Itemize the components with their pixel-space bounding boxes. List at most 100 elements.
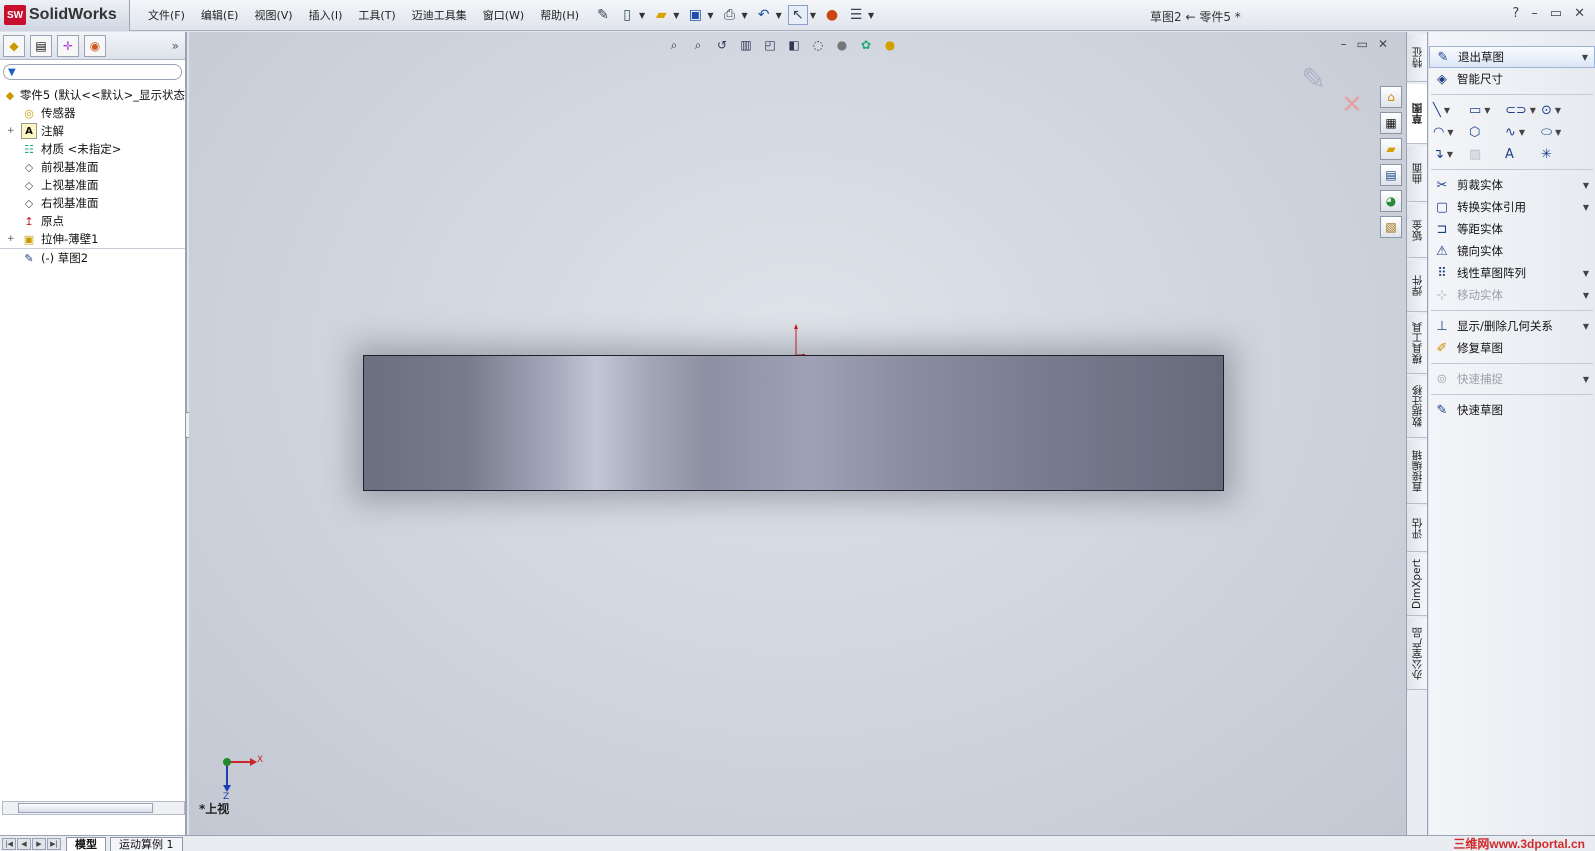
solidworks-resources-icon[interactable]: ⌂ xyxy=(1380,86,1402,108)
arc-icon[interactable]: ◠ ▼ xyxy=(1433,125,1469,140)
rectangle-icon[interactable]: ▭ ▼ xyxy=(1469,103,1505,118)
apply-scene-icon[interactable]: ✿ xyxy=(857,36,875,54)
tab-weldments[interactable]: 焊件 xyxy=(1407,260,1427,312)
rebuild-traffic-light-icon[interactable]: ● xyxy=(822,5,842,25)
custom-properties-icon[interactable]: ▧ xyxy=(1380,216,1402,238)
feature-tree-tab-icon[interactable]: ◆ xyxy=(3,34,25,57)
menu-maidi-tools[interactable]: 迈迪工具集 xyxy=(404,7,475,23)
tab-office-products[interactable]: 办公室产品 xyxy=(1407,618,1427,690)
rapid-sketch-button[interactable]: ✎ 快速草图 xyxy=(1429,399,1595,421)
fillet-icon[interactable]: ↴ ▼ xyxy=(1433,147,1469,162)
tab-surfaces[interactable]: 曲面 xyxy=(1407,146,1427,202)
options-icon[interactable]: ☰ xyxy=(846,5,866,25)
undo-icon[interactable]: ↶ xyxy=(754,5,774,25)
tree-item-material[interactable]: ☷ 材质 <未指定> xyxy=(0,140,185,158)
tree-item-extrude-thin[interactable]: + ▣ 拉伸-薄壁1 xyxy=(0,230,185,248)
dropdown-arrow-icon[interactable]: ▼ xyxy=(1583,322,1589,331)
first-tab-icon[interactable]: |◀ xyxy=(2,837,16,850)
configuration-manager-tab-icon[interactable]: ✛ xyxy=(57,34,79,57)
menu-window[interactable]: 窗口(W) xyxy=(475,7,532,23)
restore-icon[interactable]: ▭ xyxy=(1550,6,1562,21)
dropdown-arrow-icon[interactable]: ▼ xyxy=(1582,53,1588,62)
tab-mold-tools[interactable]: 模具工具 xyxy=(1407,314,1427,374)
menu-help[interactable]: 帮助(H) xyxy=(532,7,587,23)
offset-entities-button[interactable]: ⊐ 等距实体 xyxy=(1429,218,1595,240)
dropdown-arrow-icon[interactable]: ▼ xyxy=(1583,291,1589,300)
tab-model[interactable]: 模型 xyxy=(66,836,106,851)
more-tabs-icon[interactable]: » xyxy=(172,39,179,53)
tab-sheet-metal[interactable]: 钣金 xyxy=(1407,204,1427,258)
line-icon[interactable]: ╲ ▼ xyxy=(1433,103,1469,118)
tab-direct-editing[interactable]: 直接编辑 xyxy=(1407,440,1427,504)
display-delete-relations-button[interactable]: ⊥ 显示/删除几何关系 ▼ xyxy=(1429,315,1595,337)
tab-motion-study[interactable]: 运动算例 1 xyxy=(110,836,183,851)
tree-horizontal-scrollbar[interactable] xyxy=(2,801,185,815)
tree-root-part[interactable]: ◆ 零件5 (默认<<默认>_显示状态 xyxy=(0,86,185,104)
select-pointer-icon[interactable]: ↖ xyxy=(787,5,808,25)
prev-tab-icon[interactable]: ◀ xyxy=(17,837,31,850)
print-icon[interactable]: ⎙ xyxy=(720,5,740,25)
tree-item-right-plane[interactable]: ◇ 右视基准面 xyxy=(0,194,185,212)
open-folder-icon[interactable]: ▰ xyxy=(651,5,671,25)
scroll-thumb[interactable] xyxy=(18,803,153,813)
new-document-icon[interactable]: ▯ xyxy=(617,5,637,25)
tree-item-origin[interactable]: ↥ 原点 xyxy=(0,212,185,230)
polygon-icon[interactable]: ⬡ xyxy=(1469,125,1505,140)
view-palette-icon[interactable]: ▤ xyxy=(1380,164,1402,186)
tree-item-sensors[interactable]: ◎ 传感器 xyxy=(0,104,185,122)
slot-icon[interactable]: ⊂⊃ ▼ xyxy=(1505,103,1541,118)
design-library-icon[interactable]: ▦ xyxy=(1380,112,1402,134)
tab-dimxpert[interactable]: DimXpert xyxy=(1407,554,1427,616)
repair-sketch-button[interactable]: ✐ 修复草图 xyxy=(1429,337,1595,359)
menu-file[interactable]: 文件(F) xyxy=(140,7,193,23)
trim-entities-button[interactable]: ✂ 剪裁实体 ▼ xyxy=(1429,174,1595,196)
circle-icon[interactable]: ⊙ ▼ xyxy=(1541,103,1577,118)
hide-show-items-icon[interactable]: ◌ xyxy=(809,36,827,54)
save-icon[interactable]: ▣ xyxy=(685,5,705,25)
app-logo[interactable]: SW SolidWorks xyxy=(0,0,130,31)
tab-evaluate[interactable]: 评估 xyxy=(1407,506,1427,552)
tree-item-front-plane[interactable]: ◇ 前视基准面 xyxy=(0,158,185,176)
smart-dimension-button[interactable]: ◈ 智能尺寸 xyxy=(1429,68,1595,90)
tab-features[interactable]: 特征 xyxy=(1407,34,1427,82)
linear-pattern-button[interactable]: ⠿ 线性草图阵列 ▼ xyxy=(1429,262,1595,284)
dropdown-arrow-icon[interactable]: ▼ xyxy=(1583,269,1589,278)
tree-item-annotations[interactable]: + A 注解 xyxy=(0,122,185,140)
graphics-area[interactable]: ⌕ ⌕ ↺ ▥ ◰ ◧ ◌ ● ✿ ● – ▭ ✕ ✎ ✕ X Z *上视 xyxy=(189,32,1406,835)
minimize-icon[interactable]: – xyxy=(1531,6,1538,21)
help-icon[interactable]: ? xyxy=(1512,6,1519,21)
next-tab-icon[interactable]: ▶ xyxy=(32,837,46,850)
tab-data-migration[interactable]: 数据迁移 xyxy=(1407,376,1427,438)
view-settings-icon[interactable]: ● xyxy=(881,36,899,54)
convert-entities-button[interactable]: ▢ 转换实体引用 ▼ xyxy=(1429,196,1595,218)
zoom-to-area-icon[interactable]: ⌕ xyxy=(689,36,707,54)
expand-icon[interactable]: + xyxy=(7,126,15,136)
extruded-part-body[interactable] xyxy=(363,355,1224,491)
tree-item-sketch2[interactable]: ✎ (-) 草图2 xyxy=(0,249,185,267)
mirror-entities-button[interactable]: ⚠ 镜向实体 xyxy=(1429,240,1595,262)
exit-sketch-button[interactable]: ✎ 退出草图 ▼ xyxy=(1429,46,1595,68)
close-icon[interactable]: ✕ xyxy=(1574,6,1585,21)
dropdown-arrow-icon[interactable]: ▼ xyxy=(1583,181,1589,190)
expand-icon[interactable]: + xyxy=(7,234,15,244)
file-explorer-icon[interactable]: ▰ xyxy=(1380,138,1402,160)
text-icon[interactable]: A xyxy=(1505,147,1541,162)
edit-appearance-icon[interactable]: ● xyxy=(833,36,851,54)
property-manager-tab-icon[interactable]: ▤ xyxy=(30,34,52,57)
menu-edit[interactable]: 编辑(E) xyxy=(193,7,247,23)
tree-item-top-plane[interactable]: ◇ 上视基准面 xyxy=(0,176,185,194)
section-view-icon[interactable]: ▥ xyxy=(737,36,755,54)
menu-tools[interactable]: 工具(T) xyxy=(350,7,403,23)
plane-sketch-icon[interactable]: ▨ xyxy=(1469,147,1505,162)
appearances-scenes-icon[interactable]: ◕ xyxy=(1380,190,1402,212)
move-entities-button[interactable]: ⊹ 移动实体 ▼ xyxy=(1429,284,1595,306)
exit-sketch-corner-icon[interactable]: ✎ xyxy=(1301,62,1326,97)
menu-insert[interactable]: 插入(I) xyxy=(301,7,351,23)
zoom-to-fit-icon[interactable]: ⌕ xyxy=(665,36,683,54)
ellipse-icon[interactable]: ⬭ ▼ xyxy=(1541,125,1577,140)
dropdown-arrow-icon[interactable]: ▼ xyxy=(1583,375,1589,384)
display-style-icon[interactable]: ◧ xyxy=(785,36,803,54)
last-tab-icon[interactable]: ▶| xyxy=(47,837,61,850)
quick-snaps-button[interactable]: ⊚ 快速捕捉 ▼ xyxy=(1429,368,1595,390)
dimxpert-manager-tab-icon[interactable]: ◉ xyxy=(84,34,106,57)
